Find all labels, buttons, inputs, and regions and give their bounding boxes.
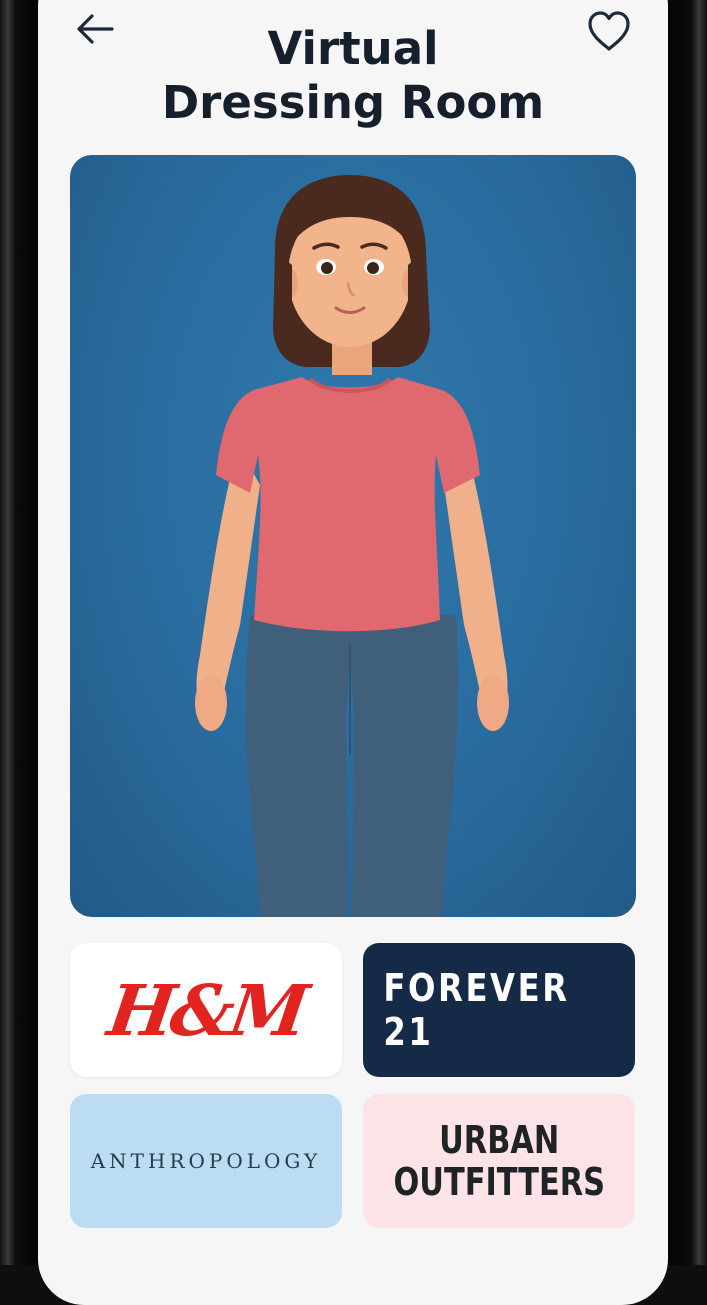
brand-tile-hm[interactable]: H&M <box>70 943 342 1077</box>
avatar-preview[interactable] <box>70 155 636 917</box>
page-title-line1: Virtual <box>267 22 439 75</box>
page-title: Virtual Dressing Room <box>38 22 668 130</box>
brand-tile-forever21[interactable]: FOREVER 21 <box>363 943 635 1077</box>
app-screen: Virtual Dressing Room H&M FOREVER 21 ANT… <box>38 0 668 1305</box>
urban-outfitters-logo-line2: OUTFITTERS <box>393 1160 605 1204</box>
urban-outfitters-logo: URBAN OUTFITTERS <box>393 1119 605 1203</box>
anthropology-logo: ANTHROPOLOGY <box>90 1149 322 1173</box>
avatar-jeans <box>245 615 458 917</box>
page-title-line2: Dressing Room <box>161 76 545 129</box>
hm-logo: H&M <box>102 968 310 1052</box>
urban-outfitters-logo-line1: URBAN <box>438 1118 560 1162</box>
avatar-illustration <box>195 175 509 917</box>
brand-tile-urban-outfitters[interactable]: URBAN OUTFITTERS <box>363 1094 635 1228</box>
forever21-logo: FOREVER 21 <box>383 966 570 1054</box>
phone-frame: Virtual Dressing Room H&M FOREVER 21 ANT… <box>0 0 707 1305</box>
brand-tile-anthropology[interactable]: ANTHROPOLOGY <box>70 1094 342 1228</box>
